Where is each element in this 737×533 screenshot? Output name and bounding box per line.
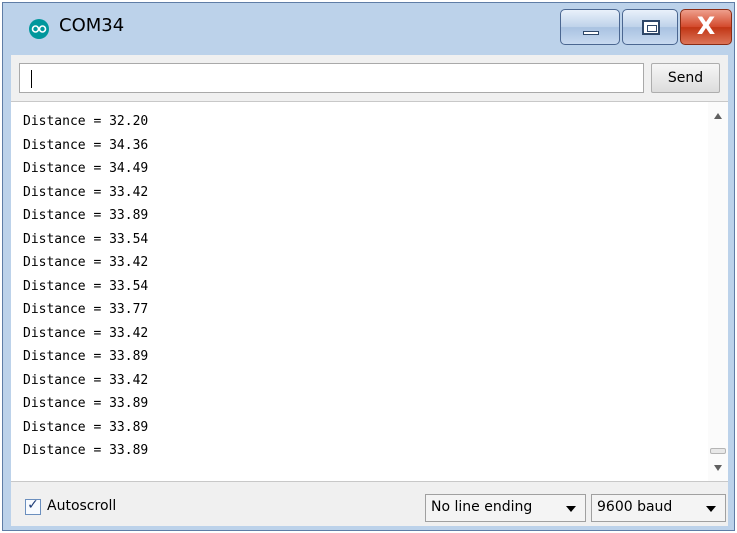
baud-rate-value: 9600 baud — [597, 499, 673, 515]
autoscroll-label[interactable]: Autoscroll — [47, 498, 116, 514]
output-line: Distance = 33.54 — [23, 278, 149, 294]
maximize-icon — [642, 20, 660, 35]
window-title: COM34 — [59, 15, 125, 36]
output-line: Distance = 33.42 — [23, 325, 149, 341]
checkmark-icon: ✓ — [27, 497, 39, 513]
serial-monitor-window: COM34 X Send Distance = 32.20 Distance = … — [2, 2, 735, 531]
vertical-scrollbar[interactable] — [708, 102, 728, 481]
title-bar[interactable]: COM34 X — [3, 3, 734, 55]
output-line: Distance = 33.42 — [23, 372, 149, 388]
output-lines: Distance = 32.20 Distance = 34.36 Distance… — [23, 110, 148, 463]
close-button[interactable]: X — [680, 9, 732, 45]
chevron-down-icon — [706, 506, 716, 512]
close-icon: X — [696, 12, 716, 40]
output-line: Distance = 34.36 — [23, 137, 149, 153]
output-line: Distance = 33.77 — [23, 302, 149, 317]
minimize-icon — [583, 31, 599, 35]
text-caret — [31, 70, 32, 88]
line-ending-value: No line ending — [431, 499, 533, 515]
chevron-down-icon — [566, 506, 576, 512]
scroll-up-icon[interactable] — [714, 113, 722, 119]
output-line: Distance = 33.42 — [23, 184, 149, 200]
output-line: Distance = 33.42 — [23, 255, 149, 270]
autoscroll-checkbox[interactable]: ✓ — [25, 497, 41, 515]
arduino-logo-icon — [29, 19, 49, 39]
baud-rate-select[interactable]: 9600 baud — [591, 494, 726, 522]
output-line: Distance = 33.54 — [23, 231, 149, 247]
maximize-button[interactable] — [622, 9, 678, 45]
scroll-thumb[interactable] — [710, 448, 726, 454]
output-line: Distance = 32.20 — [23, 114, 149, 129]
serial-output[interactable]: Distance = 32.20 Distance = 34.36 Distance… — [11, 101, 728, 482]
bottom-bar: ✓ Autoscroll No line ending 9600 baud — [11, 482, 728, 526]
output-line: Distance = 33.89 — [23, 396, 149, 411]
output-line: Distance = 33.89 — [23, 443, 149, 458]
output-line: Distance = 34.49 — [23, 161, 149, 176]
scroll-down-icon[interactable] — [714, 465, 722, 471]
output-line: Distance = 33.89 — [23, 419, 149, 435]
output-line: Distance = 33.89 — [23, 208, 149, 223]
minimize-button[interactable] — [560, 9, 620, 45]
send-input[interactable] — [19, 63, 644, 93]
output-line: Distance = 33.89 — [23, 349, 149, 364]
send-button[interactable]: Send — [651, 63, 720, 93]
line-ending-select[interactable]: No line ending — [425, 494, 586, 522]
serial-monitor-content: Send Distance = 32.20 Distance = 34.36 Dis… — [11, 55, 728, 526]
